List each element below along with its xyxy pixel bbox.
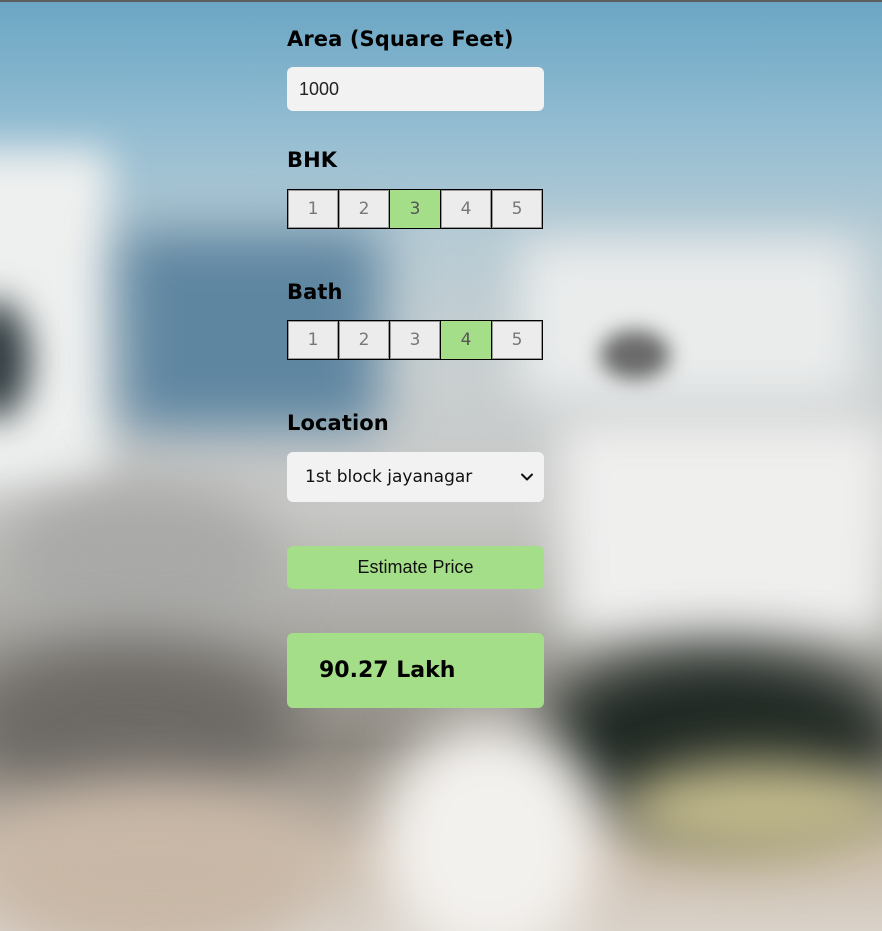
location-label: Location bbox=[287, 411, 389, 435]
bhk-option-1[interactable]: 1 bbox=[288, 190, 338, 228]
chevron-down-icon bbox=[521, 473, 533, 481]
estimate-price-button[interactable]: Estimate Price bbox=[287, 546, 544, 589]
bhk-label: BHK bbox=[287, 148, 338, 172]
bath-switch: 1 2 3 4 5 bbox=[287, 320, 543, 360]
area-input[interactable] bbox=[287, 67, 544, 111]
bhk-option-4[interactable]: 4 bbox=[441, 190, 491, 228]
bath-label: Bath bbox=[287, 280, 343, 304]
area-label: Area (Square Feet) bbox=[287, 27, 514, 51]
bath-option-1[interactable]: 1 bbox=[288, 321, 338, 359]
bath-option-2[interactable]: 2 bbox=[339, 321, 389, 359]
location-selected-value: 1st block jayanagar bbox=[305, 467, 473, 487]
bath-option-5[interactable]: 5 bbox=[492, 321, 542, 359]
bhk-option-2[interactable]: 2 bbox=[339, 190, 389, 228]
estimated-price-result: 90.27 Lakh bbox=[287, 633, 544, 708]
bhk-option-5[interactable]: 5 bbox=[492, 190, 542, 228]
window-top-border bbox=[0, 0, 882, 2]
bhk-switch: 1 2 3 4 5 bbox=[287, 189, 543, 229]
estimated-price-value: 90.27 Lakh bbox=[319, 658, 456, 683]
bath-option-3[interactable]: 3 bbox=[390, 321, 440, 359]
location-select[interactable]: 1st block jayanagar bbox=[287, 452, 544, 502]
bath-option-4[interactable]: 4 bbox=[441, 321, 491, 359]
bhk-option-3[interactable]: 3 bbox=[390, 190, 440, 228]
